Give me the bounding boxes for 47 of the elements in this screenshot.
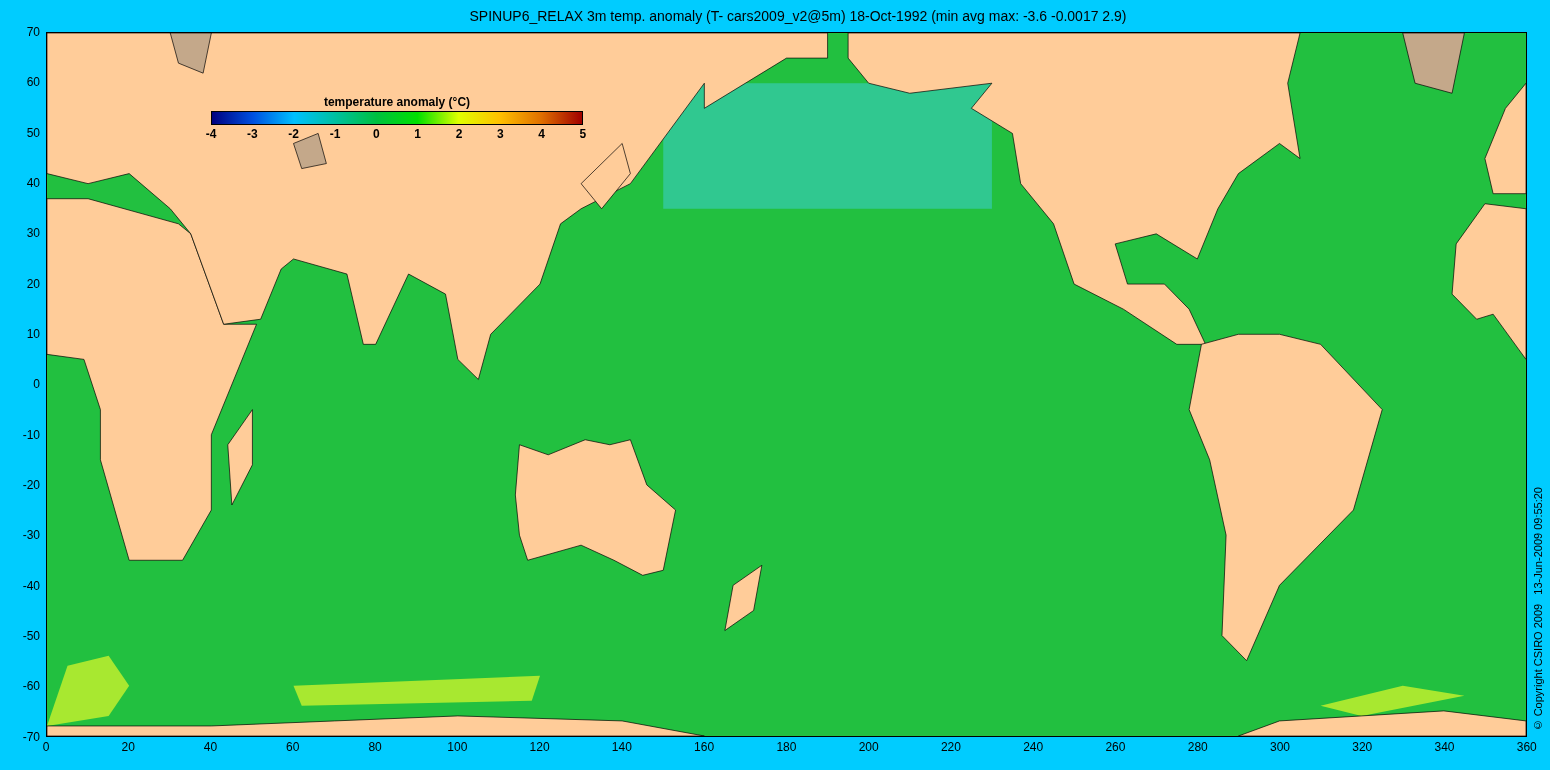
- colorbar-label: temperature anomaly (°C): [322, 94, 472, 111]
- x-axis-label: 20: [120, 739, 136, 756]
- x-axis-label: 200: [857, 739, 880, 756]
- colorbar-tick-label: 4: [537, 126, 546, 143]
- y-axis-label: -70: [22, 728, 40, 745]
- x-axis-label: 140: [610, 739, 633, 756]
- y-axis-label: -10: [22, 426, 40, 443]
- y-axis-label: 10: [26, 326, 40, 343]
- y-axis-label: 70: [26, 24, 40, 40]
- colorbar-tick-label: 2: [454, 126, 464, 143]
- colorbar-tick-label: 3: [495, 126, 505, 143]
- y-axis-label: 60: [26, 74, 40, 91]
- y-axis-label: -30: [22, 527, 40, 544]
- y-axis-label: 0: [33, 376, 40, 393]
- x-axis-label: 60: [285, 739, 301, 756]
- y-axis-label: -20: [22, 477, 40, 494]
- y-axis-label: -40: [22, 577, 40, 594]
- x-axis-label: 40: [202, 739, 219, 756]
- copyright-text: © Copyright CSIRO 2009 13-Jun-2009 09:55:20: [1531, 486, 1546, 731]
- x-axis-label: 280: [1186, 739, 1209, 756]
- colorbar-tick-label: -4: [205, 126, 217, 143]
- x-axis-label: 300: [1268, 739, 1291, 756]
- x-axis-label: 260: [1104, 739, 1127, 756]
- chart-title: SPINUP6_RELAX 3m temp. anomaly (T- cars2009_v2@5m) 18-Oct-1992 (min avg max: -3.6 -0.0017 2.9): [469, 6, 1127, 26]
- x-axis-label: 360: [1515, 739, 1538, 756]
- x-axis-label: 240: [1022, 739, 1045, 756]
- colorbar-tick-label: 1: [413, 126, 422, 143]
- y-axis-label: -50: [22, 628, 40, 645]
- colorbar-tick-label: 0: [371, 126, 381, 143]
- x-axis-label: 0: [41, 739, 51, 756]
- y-axis-label: 20: [26, 275, 40, 292]
- colorbar-tick-label: -1: [329, 126, 341, 143]
- x-axis-label: 120: [528, 739, 551, 756]
- colorbar-tick-label: -3: [246, 126, 259, 143]
- y-axis-label: -60: [22, 678, 40, 695]
- x-axis-label: 160: [693, 739, 716, 756]
- x-axis-label: 320: [1351, 739, 1374, 756]
- y-axis-label: 50: [26, 124, 40, 141]
- y-axis-label: 40: [26, 175, 40, 192]
- x-axis-label: 220: [939, 739, 962, 756]
- y-axis-label: 30: [26, 225, 40, 242]
- colorbar-tick-label: 5: [578, 126, 588, 143]
- x-axis-label: 80: [367, 739, 383, 756]
- colorbar-tick-label: -2: [287, 126, 300, 143]
- x-axis-label: 180: [775, 739, 798, 756]
- x-axis-label: 100: [446, 739, 469, 756]
- x-axis-label: 340: [1433, 739, 1456, 756]
